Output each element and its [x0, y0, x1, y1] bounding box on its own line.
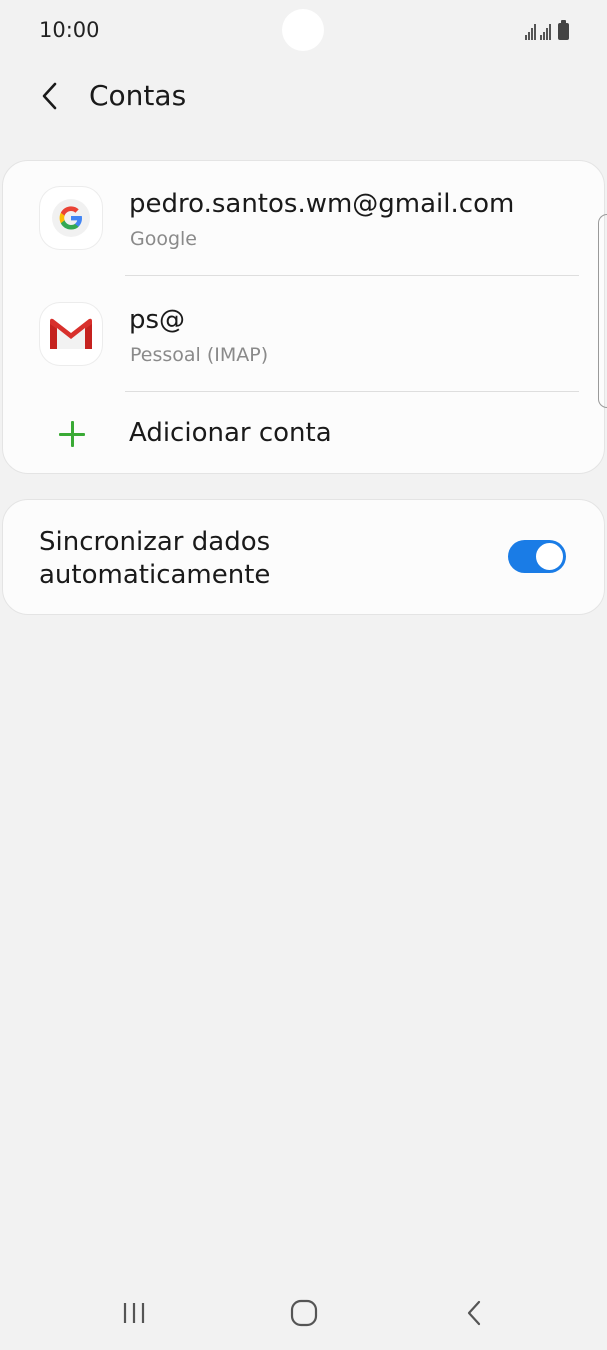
home-icon — [290, 1299, 318, 1326]
battery-icon — [558, 20, 569, 40]
front-camera — [282, 9, 324, 51]
signal-icon — [540, 22, 551, 40]
app-bar: Contas — [0, 62, 607, 134]
back-icon — [467, 1300, 481, 1325]
account-item-imap[interactable]: ps@ Pessoal (IMAP) — [3, 277, 606, 392]
sync-card[interactable]: Sincronizar dados automaticamente — [2, 499, 605, 615]
sync-toggle[interactable] — [508, 540, 566, 573]
status-time: 10:00 — [39, 18, 100, 42]
navigation-bar — [0, 1275, 607, 1350]
sync-label: Sincronizar dados automaticamente — [39, 527, 271, 590]
account-type: Google — [130, 228, 198, 250]
recents-icon — [123, 1302, 145, 1323]
accounts-card: pedro.santos.wm@gmail.com Google ps@ Pes… — [2, 160, 605, 474]
divider — [125, 275, 579, 276]
recents-button[interactable] — [94, 1275, 174, 1350]
back-button[interactable] — [30, 76, 70, 116]
page-title: Contas — [89, 79, 187, 112]
add-account-label: Adicionar conta — [129, 418, 332, 448]
plus-icon — [59, 421, 85, 447]
signal-icon — [525, 22, 536, 40]
status-icons — [525, 20, 569, 40]
add-account-button[interactable]: Adicionar conta — [3, 392, 606, 474]
google-icon — [40, 187, 102, 249]
account-email: pedro.santos.wm@gmail.com — [129, 189, 515, 219]
account-item-google[interactable]: pedro.santos.wm@gmail.com Google — [3, 161, 606, 276]
status-bar: 10:00 — [0, 0, 607, 62]
chevron-left-icon — [42, 82, 57, 110]
home-button[interactable] — [264, 1275, 344, 1350]
toggle-knob — [534, 541, 565, 572]
gmail-icon — [40, 303, 102, 365]
account-type: Pessoal (IMAP) — [130, 344, 269, 366]
nav-back-button[interactable] — [434, 1275, 514, 1350]
account-email: ps@ — [129, 305, 186, 335]
scroll-indicator — [598, 214, 607, 408]
